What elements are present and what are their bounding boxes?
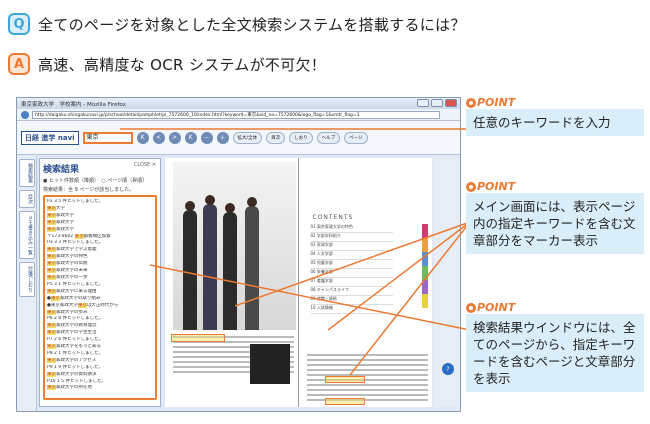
point-text: メイン画面には、表示ページ内の指定キーワードを含む文章部分をマーカー表示 [466, 193, 644, 254]
point-marker: POINT メイン画面には、表示ページ内の指定キーワードを含む文章部分をマーカー… [466, 180, 644, 254]
point-keyword: POINT 任意のキーワードを入力 [466, 96, 644, 136]
point-label: POINT [477, 301, 516, 314]
point-text: 検索結果ウインドウには、全てのページから、指定キーワードを含むページと文章部分を… [466, 314, 644, 392]
point-results: POINT 検索結果ウインドウには、全てのページから、指定キーワードを含むページ… [466, 301, 644, 392]
point-icon [466, 302, 476, 313]
point-label: POINT [477, 96, 516, 109]
callout-line-marker [234, 221, 471, 307]
point-icon [466, 97, 476, 108]
point-icon [466, 181, 476, 192]
callout-line-marker [327, 221, 471, 331]
callout-line-results [149, 264, 471, 331]
callout-line-marker [349, 221, 471, 376]
point-text: 任意のキーワードを入力 [466, 109, 644, 136]
point-label: POINT [477, 180, 516, 193]
